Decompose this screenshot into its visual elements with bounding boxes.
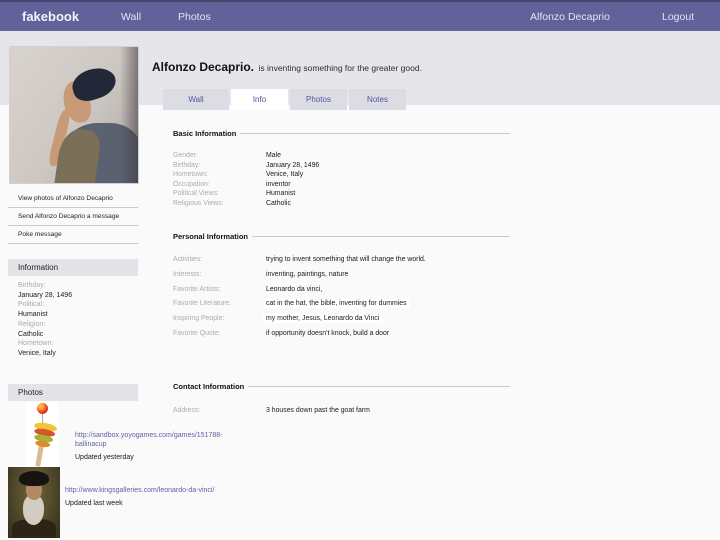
profile-status: is inventing something for the greater g… bbox=[258, 63, 422, 73]
info-row: Birthday: January 28, 1496 bbox=[173, 161, 510, 171]
info-label: Favorite Quote: bbox=[173, 329, 221, 337]
profile-name: Alfonzo Decaprio. bbox=[152, 60, 255, 74]
info-row: Hometown: Venice, Italy bbox=[173, 170, 510, 180]
sidebar-field-value: Venice, Italy bbox=[18, 349, 56, 357]
info-label: Interests: bbox=[173, 270, 202, 278]
sidebar-field-label: Political: bbox=[18, 301, 45, 309]
info-value: cat in the hat, the bible, inventing for… bbox=[263, 299, 410, 309]
sidebar-actions: View photos of Alfonzo Decaprio Send Alf… bbox=[8, 190, 138, 244]
fakebook-profile-page: fakebook Wall Photos Alfonzo Decaprio Lo… bbox=[0, 0, 720, 540]
nav-photos-link[interactable]: Photos bbox=[178, 11, 211, 23]
info-value: Male bbox=[266, 152, 281, 159]
info-label: Favorite Artists: bbox=[173, 285, 221, 293]
info-value: Catholic bbox=[266, 199, 291, 207]
toy-cup-group bbox=[27, 421, 58, 468]
photo-feed-entry: http://www.kingsgalleries.com/leonardo-d… bbox=[65, 487, 305, 507]
feed-updated-text: Updated yesterday bbox=[75, 453, 134, 461]
sidebar-information-fields: Birthday: January 28, 1496 Political: Hu… bbox=[18, 281, 138, 359]
info-row: Activities: trying to invent something th… bbox=[173, 256, 510, 271]
profile-photo-shadow bbox=[120, 47, 138, 183]
nav-profile-name-link[interactable]: Alfonzo Decaprio bbox=[530, 11, 610, 23]
info-row: Favorite Artists: Leonardo da vinci, bbox=[173, 286, 510, 301]
info-row: Inspiring People: my mother, Jesus, Leona… bbox=[173, 314, 510, 330]
section-divider bbox=[240, 133, 510, 134]
top-navbar: fakebook Wall Photos Alfonzo Decaprio Lo… bbox=[0, 0, 720, 31]
info-value: Leonardo da vinci, bbox=[266, 285, 323, 293]
sidebar-field-value: Catholic bbox=[18, 330, 44, 338]
info-value: my mother, Jesus, Leonardo da Vinci bbox=[263, 314, 383, 324]
ballinacup-photo[interactable] bbox=[25, 402, 59, 468]
leonardo-portrait-photo[interactable] bbox=[8, 467, 60, 538]
photo-feed-entry: http://sandbox.yoyogames.com/games/15178… bbox=[75, 432, 235, 461]
contact-information-section: Contact Information Address: 3 houses dow… bbox=[173, 382, 510, 414]
info-label: Religious Views: bbox=[173, 199, 224, 207]
basic-information-section: Basic Information Gender: Male Birthday: J… bbox=[173, 129, 510, 209]
feed-updated-text: Updated last week bbox=[65, 499, 123, 507]
tab-info[interactable]: Info bbox=[231, 89, 288, 110]
toy-ball-shape bbox=[37, 403, 48, 414]
info-label: Address: bbox=[173, 407, 201, 414]
toy-stick-shape bbox=[35, 444, 44, 467]
page-title: Alfonzo Decaprio. is inventing something… bbox=[152, 58, 672, 76]
sidebar-poke-link[interactable]: Poke message bbox=[8, 226, 138, 244]
sidebar-photos-header: Photos bbox=[8, 384, 138, 401]
info-row: Political Views: Humanist bbox=[173, 189, 510, 199]
tab-wall[interactable]: Wall bbox=[163, 89, 229, 110]
info-value: inventor bbox=[266, 180, 291, 188]
brand-logo[interactable]: fakebook bbox=[22, 9, 79, 24]
info-row: Religious Views: Catholic bbox=[173, 199, 510, 209]
info-label: Political Views: bbox=[173, 190, 219, 198]
info-value: inventing, paintings, nature bbox=[266, 270, 349, 278]
info-value: January 28, 1496 bbox=[266, 161, 320, 169]
ballinacup-link[interactable]: http://sandbox.yoyogames.com/games/15178… bbox=[75, 432, 235, 450]
info-value: 3 houses down past the goat farm bbox=[266, 407, 370, 414]
tab-photos[interactable]: Photos bbox=[290, 89, 347, 110]
sidebar-field-label: Birthday: bbox=[18, 282, 46, 289]
profile-photo[interactable] bbox=[10, 47, 138, 183]
tab-notes[interactable]: Notes bbox=[349, 89, 406, 110]
profile-tabs: Wall Info Photos Notes bbox=[163, 89, 406, 110]
sidebar-field-label: Hometown: bbox=[18, 340, 54, 348]
nav-logout-link[interactable]: Logout bbox=[662, 11, 694, 23]
info-label: Activities: bbox=[173, 256, 203, 263]
sidebar-field-label: Religion: bbox=[18, 320, 46, 328]
info-label: Gender: bbox=[173, 152, 198, 159]
info-label: Hometown: bbox=[173, 171, 208, 179]
info-row: Interests: inventing, paintings, nature bbox=[173, 271, 510, 286]
sidebar-information-header: Information bbox=[8, 259, 138, 276]
info-row: Gender: Male bbox=[173, 151, 510, 161]
sidebar-send-message-link[interactable]: Send Alfonzo Decaprio a message bbox=[8, 208, 138, 226]
sidebar-view-photos-link[interactable]: View photos of Alfonzo Decaprio bbox=[8, 190, 138, 208]
info-label: Birthday: bbox=[173, 161, 201, 169]
info-row: Favorite Quote: if opportunity doesn't kn… bbox=[173, 330, 510, 345]
nav-wall-link[interactable]: Wall bbox=[121, 11, 141, 23]
info-label: Favorite Literature: bbox=[173, 300, 231, 308]
info-value: trying to invent something that will cha… bbox=[266, 256, 426, 263]
info-value: if opportunity doesn't knock, build a do… bbox=[266, 329, 390, 337]
info-value: Venice, Italy bbox=[266, 171, 304, 179]
section-title: Contact Information bbox=[173, 382, 245, 391]
section-title: Basic Information bbox=[173, 129, 237, 138]
info-row: Favorite Literature: cat in the hat, the … bbox=[173, 299, 510, 315]
info-row: Address: 3 houses down past the goat farm bbox=[173, 407, 510, 414]
section-divider bbox=[248, 386, 510, 387]
info-label: Occupation: bbox=[173, 180, 210, 188]
personal-information-section: Personal Information Activities: trying t… bbox=[173, 232, 510, 345]
info-label: Inspiring People: bbox=[173, 315, 225, 323]
section-divider bbox=[252, 236, 510, 237]
portrait-cap-shape bbox=[19, 471, 49, 486]
sidebar-field-value: January 28, 1496 bbox=[18, 291, 73, 299]
leonardo-link[interactable]: http://www.kingsgalleries.com/leonardo-d… bbox=[65, 487, 305, 496]
section-title: Personal Information bbox=[173, 232, 249, 241]
info-value: Humanist bbox=[266, 190, 296, 198]
info-row: Occupation: inventor bbox=[173, 180, 510, 190]
sidebar-field-value: Humanist bbox=[18, 311, 48, 319]
